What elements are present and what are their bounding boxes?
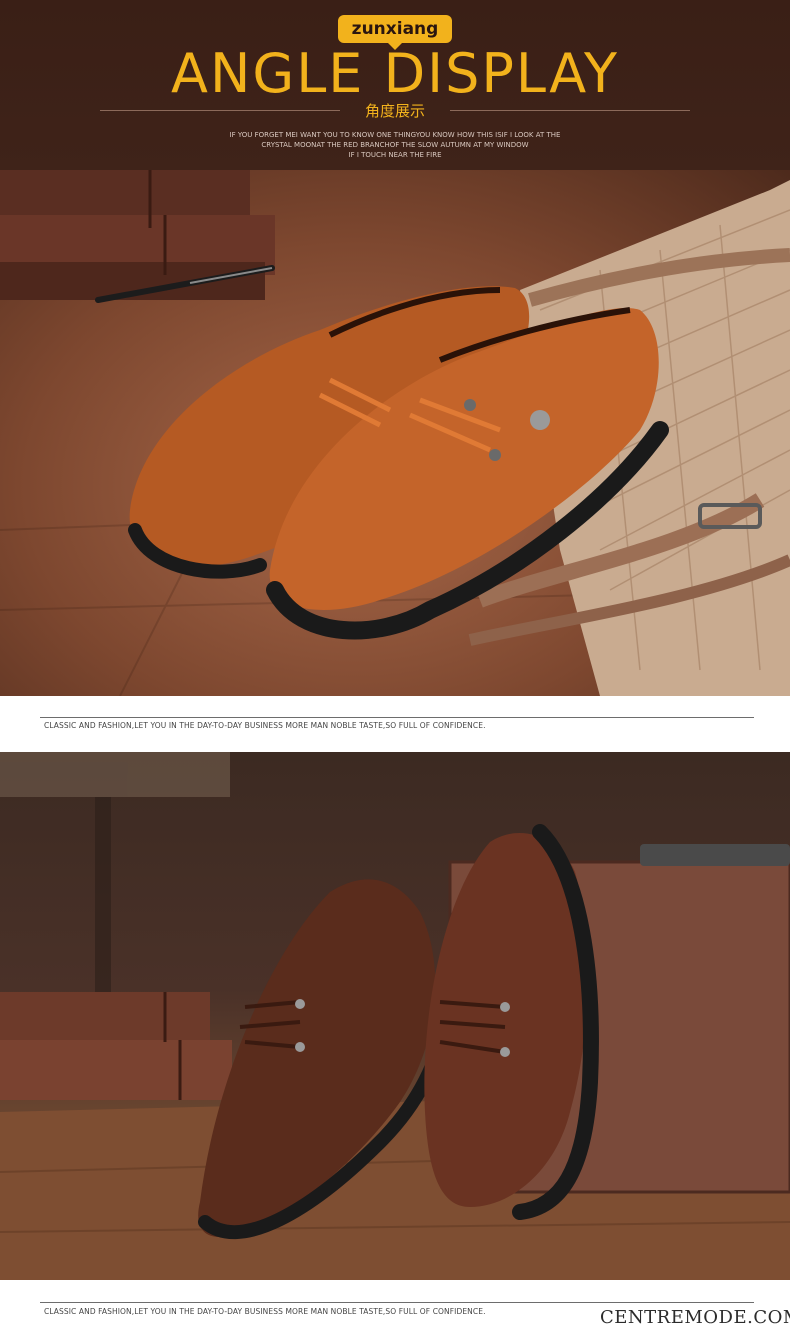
caption-divider xyxy=(40,717,754,718)
tagline: IF YOU FORGET MEI WANT YOU TO KNOW ONE T… xyxy=(200,130,590,160)
tagline-line: CRYSTAL MOONAT THE RED BRANCHOF THE SLOW… xyxy=(261,141,529,149)
product-photo-tan-shoes xyxy=(0,170,790,696)
caption-text: CLASSIC AND FASHION,LET YOU IN THE DAY-T… xyxy=(44,721,486,730)
product-photo-brown-shoes xyxy=(0,752,790,1280)
caption-text: CLASSIC AND FASHION,LET YOU IN THE DAY-T… xyxy=(44,1307,486,1316)
header-banner: zunxiang ANGLE DISPLAY 角度展示 IF YOU FORGE… xyxy=(0,0,790,170)
page-title: ANGLE DISPLAY xyxy=(171,42,619,105)
caption-divider xyxy=(40,1302,754,1303)
caption-section-1: CLASSIC AND FASHION,LET YOU IN THE DAY-T… xyxy=(0,696,790,736)
lamp xyxy=(0,752,230,997)
tagline-line: IF YOU FORGET MEI WANT YOU TO KNOW ONE T… xyxy=(229,131,561,139)
tagline-line: IF I TOUCH NEAR THE FIRE xyxy=(348,151,442,159)
books-stack xyxy=(0,992,232,1100)
books-stack xyxy=(0,170,275,300)
title-divider-left xyxy=(100,110,340,111)
brand-badge: zunxiang xyxy=(338,15,452,50)
tan-shoes-illustration xyxy=(0,170,790,696)
brown-shoes-illustration xyxy=(0,752,790,1280)
title-divider-right xyxy=(450,110,690,111)
subtitle-chinese: 角度展示 xyxy=(364,102,425,120)
site-watermark: CENTREMODE.COM xyxy=(600,1307,790,1328)
